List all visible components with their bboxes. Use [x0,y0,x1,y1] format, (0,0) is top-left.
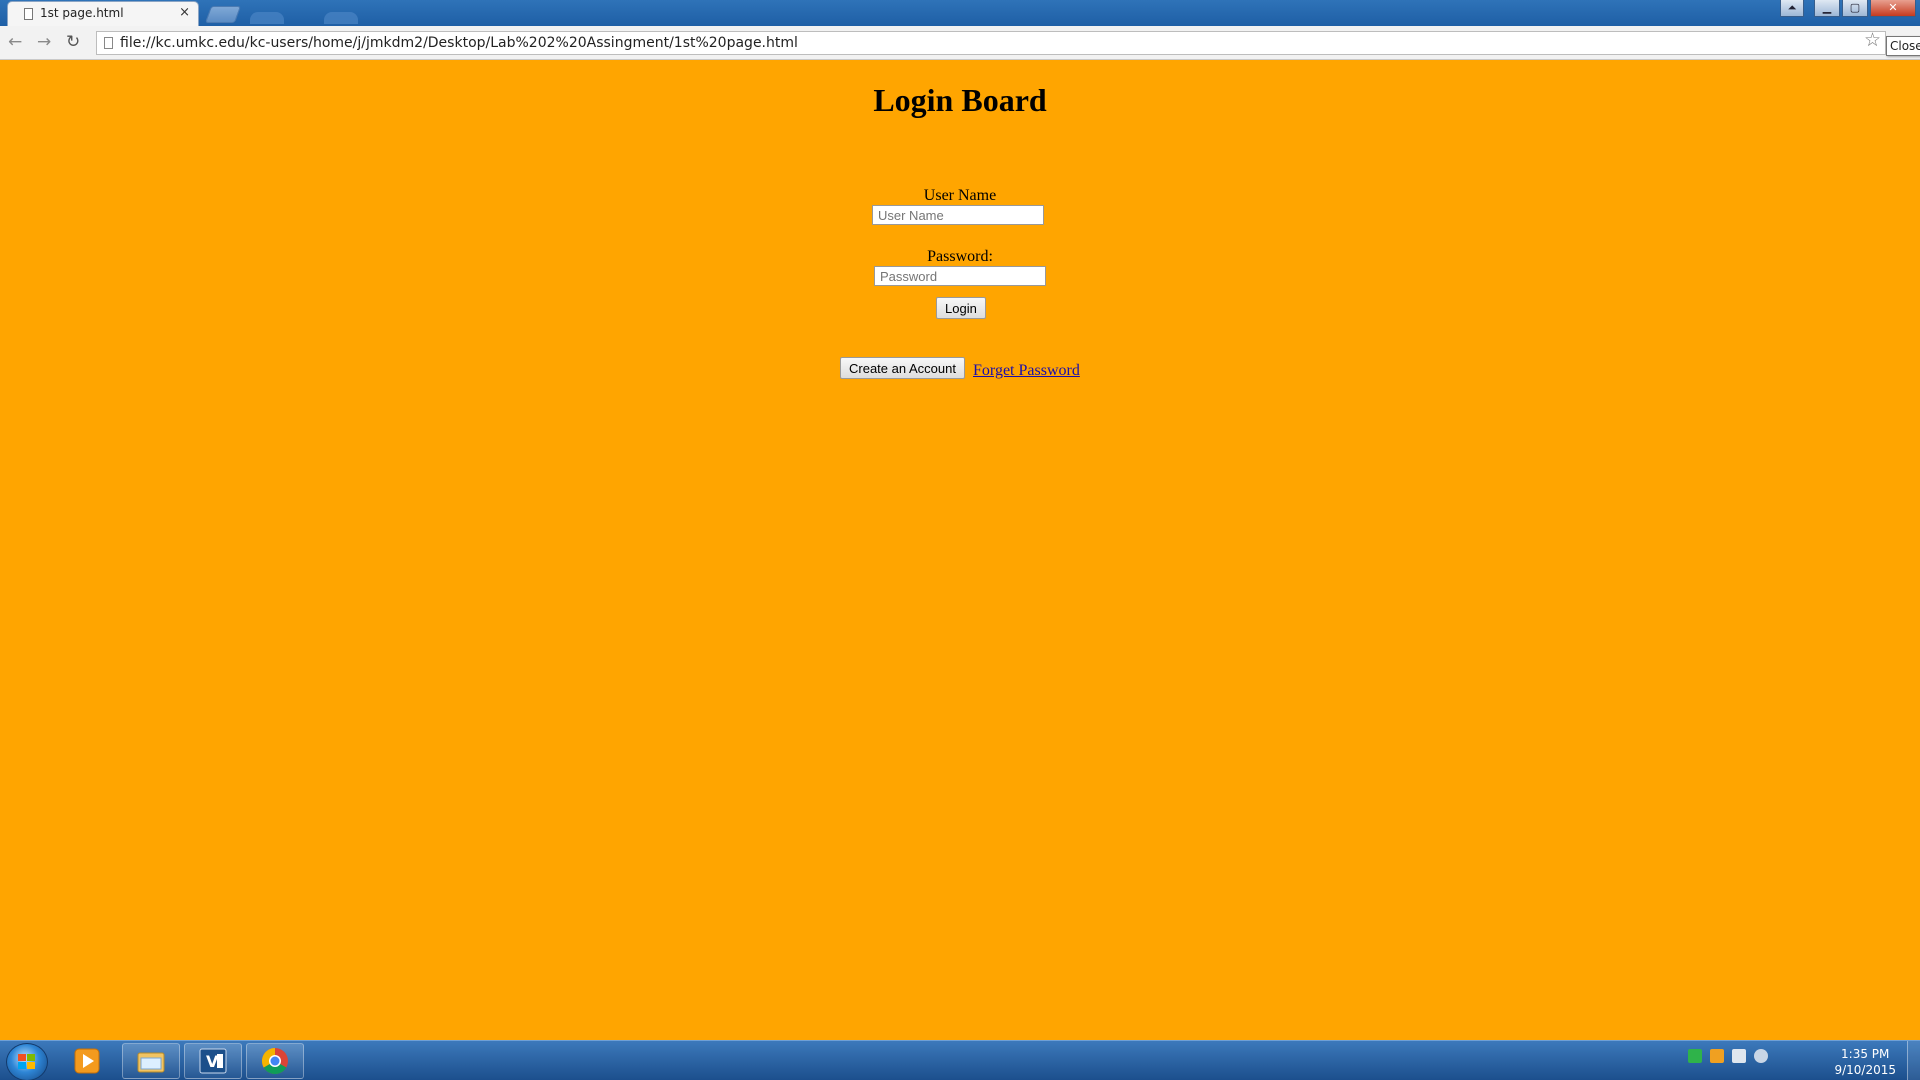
clock[interactable]: 1:35 PM 9/10/2015 [1834,1046,1896,1078]
file-explorer-button[interactable] [122,1043,180,1079]
username-input[interactable] [872,205,1044,225]
create-account-button[interactable]: Create an Account [840,357,965,379]
clock-date: 9/10/2015 [1834,1063,1896,1077]
file-explorer-icon [137,1052,165,1073]
maximize-button[interactable]: ▢ [1842,0,1868,17]
page-title: Login Board [873,82,1047,118]
background-shape [250,12,284,24]
forgot-password-link[interactable]: Forget Password [973,362,1080,380]
user-profile-button[interactable]: ⏶ [1780,0,1804,17]
flag-icon[interactable] [1732,1049,1746,1063]
reload-icon[interactable]: ↻ [66,32,80,52]
page-icon [104,37,113,49]
volume-muted-icon[interactable] [1754,1049,1768,1063]
password-label: Password: [927,248,993,265]
background-shape [324,12,358,24]
clock-time: 1:35 PM [1841,1047,1890,1061]
password-input[interactable] [874,266,1046,286]
chrome-button[interactable] [246,1043,304,1079]
browser-tab[interactable]: 1st page.html × [7,1,199,26]
browser-title-bar: 1st page.html × ⏶ ▁ ▢ ✕ [0,0,1920,26]
chrome-icon [261,1047,288,1075]
windows-logo-icon [18,1054,35,1069]
forward-icon[interactable]: → [37,32,51,52]
taskbar: V 1:35 PM 9/10/2015 [0,1040,1920,1080]
bookmark-star-icon[interactable]: ☆ [1864,29,1881,51]
back-icon[interactable]: ← [8,32,22,52]
network-icon[interactable] [1688,1049,1702,1063]
url-text[interactable]: file://kc.umkc.edu/kc-users/home/j/jmkdm… [120,35,798,51]
start-button[interactable] [6,1043,48,1080]
browser-toolbar: ← → ↻ file://kc.umkc.edu/kc-users/home/j… [0,26,1920,60]
visual-studio-button[interactable]: V [184,1043,242,1079]
tab-title: 1st page.html [40,6,124,20]
username-label: User Name [923,187,997,204]
page-icon [24,8,33,20]
address-bar[interactable]: file://kc.umkc.edu/kc-users/home/j/jmkdm… [96,31,1886,55]
show-desktop-button[interactable] [1907,1041,1920,1080]
shield-icon[interactable] [1710,1049,1724,1063]
media-player-icon [74,1048,100,1074]
minimize-button[interactable]: ▁ [1814,0,1840,17]
visual-studio-icon: V [199,1048,227,1074]
close-window-button[interactable]: ✕ [1870,0,1916,17]
window-controls: ⏶ ▁ ▢ ✕ [1780,0,1916,18]
close-tooltip: Close [1886,36,1920,56]
tab-close-icon[interactable]: × [179,5,190,20]
system-tray [1688,1049,1768,1063]
page-content: Login Board User Name Password: Login Cr… [0,60,1920,1040]
new-tab-button[interactable] [204,6,242,23]
login-button[interactable]: Login [936,297,986,319]
media-player-button[interactable] [58,1043,116,1079]
